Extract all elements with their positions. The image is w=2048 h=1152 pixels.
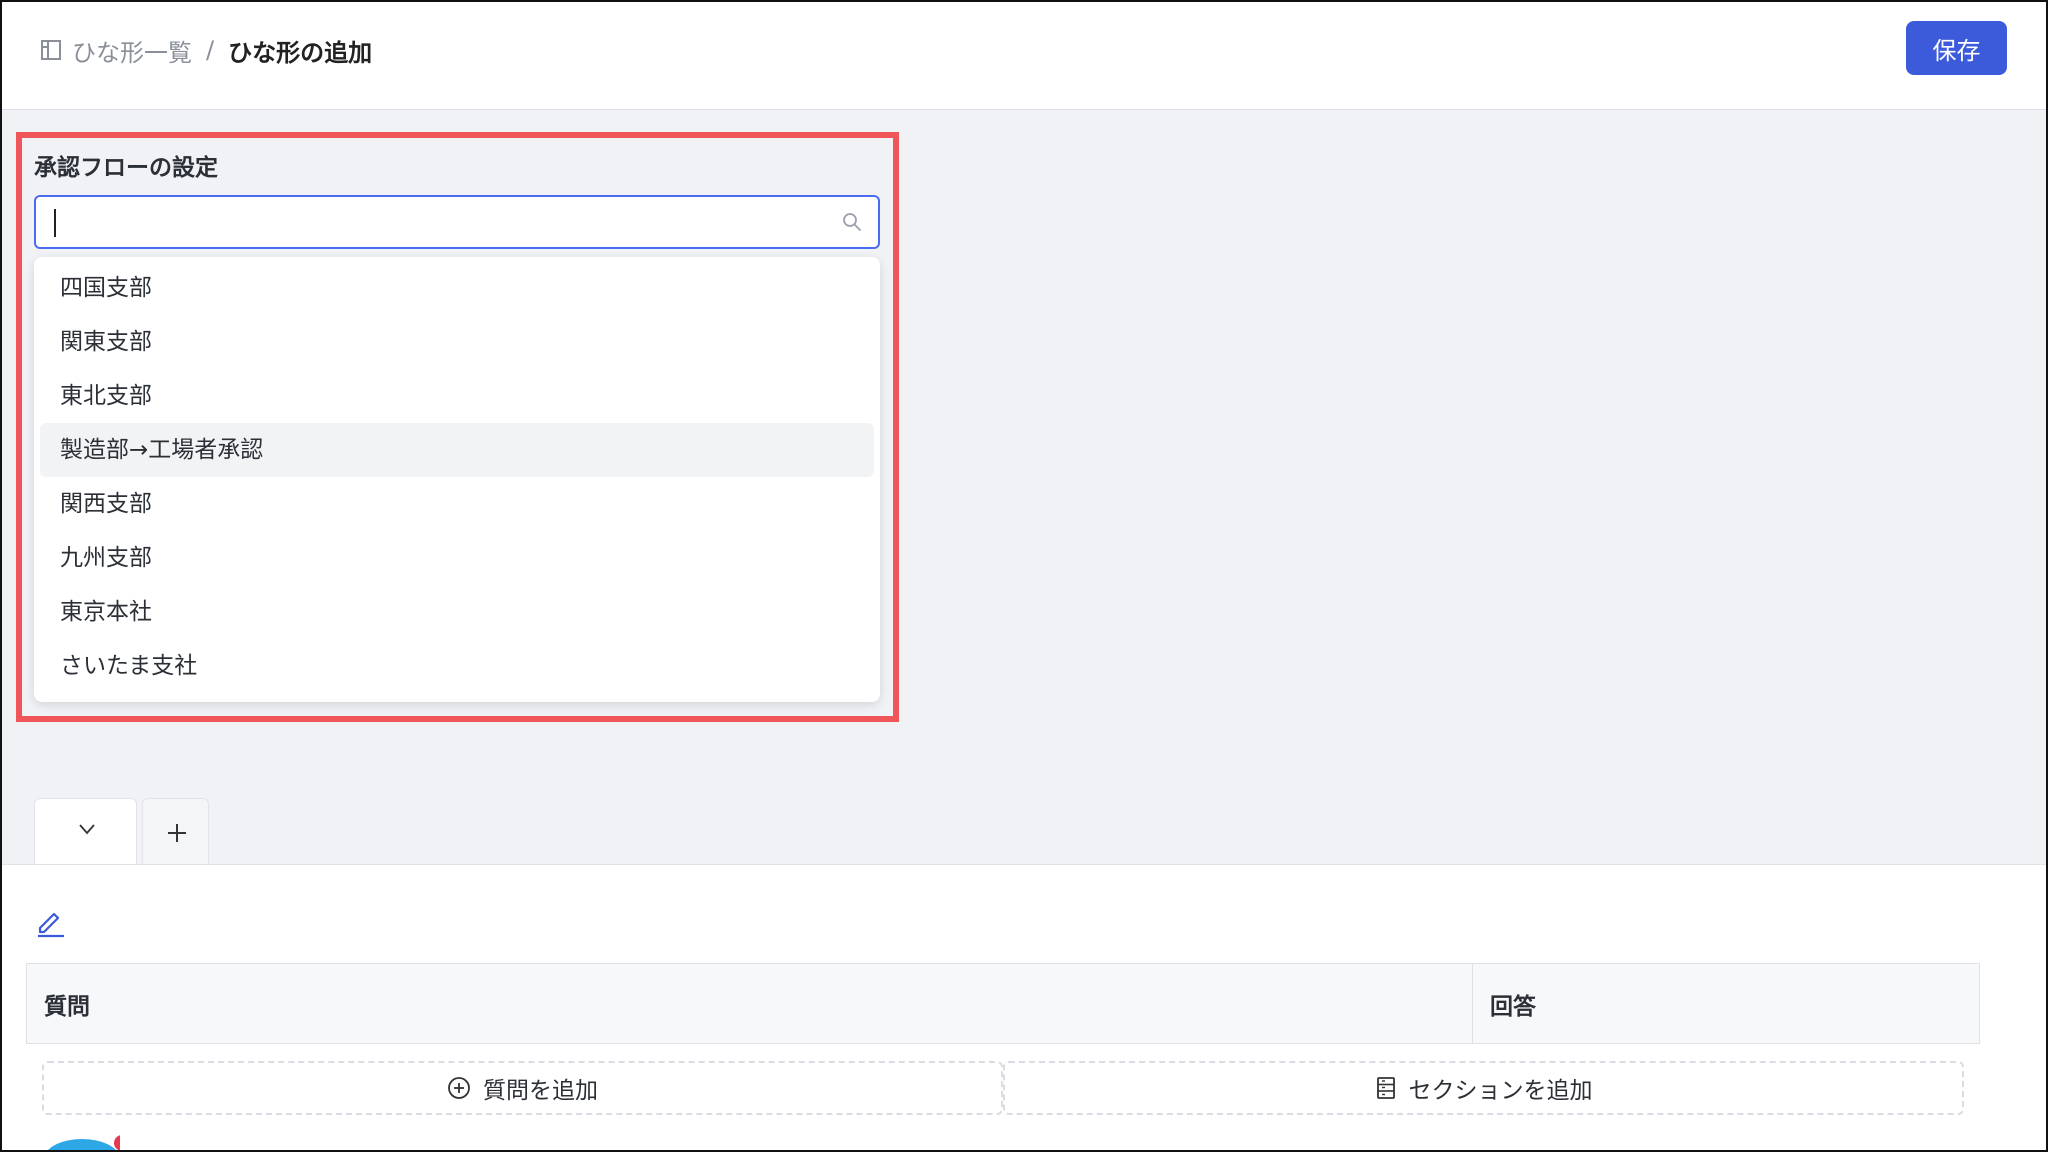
dropdown-option[interactable]: 東北支部 [40,369,874,423]
dropdown-option[interactable]: さいたま支社 [40,639,874,693]
add-section-button[interactable]: セクションを追加 [1003,1061,1964,1115]
save-button[interactable]: 保存 [1906,21,2007,75]
dropdown-option-hovered[interactable]: 製造部→工場者承認 [40,423,874,477]
dropdown-option[interactable]: 四国支部 [40,261,874,315]
question-table-header: 質問 回答 [26,963,1980,1044]
section-icon [1376,1077,1395,1099]
dropdown-option[interactable]: 関東支部 [40,315,874,369]
column-answer: 回答 [1490,993,1536,1020]
approval-flow-search-input[interactable] [50,205,830,239]
column-question: 質問 [27,964,1473,1043]
add-question-button[interactable]: 質問を追加 [42,1061,1003,1115]
chevron-down-icon [79,824,95,835]
breadcrumb: ひな形一覧 / ひな形の追加 [40,33,373,68]
approval-flow-title: 承認フローの設定 [34,155,218,181]
plus-circle-icon [448,1077,470,1099]
search-icon [843,213,861,231]
breadcrumb-separator: / [206,36,215,64]
dropdown-option[interactable]: 九州支部 [40,531,874,585]
add-section-label: セクションを追加 [1408,1078,1593,1104]
dropdown-option[interactable]: 東京本社 [40,585,874,639]
tab-add-button[interactable] [142,798,209,865]
add-question-label: 質問を追加 [483,1078,598,1104]
dropdown-option[interactable]: 関西支部 [40,477,874,531]
tab-collapse[interactable] [34,798,137,865]
chat-bubble-icon[interactable] [40,1133,120,1152]
top-header: ひな形一覧 / ひな形の追加 保存 [0,0,2048,110]
approval-flow-dropdown: 四国支部 関東支部 東北支部 製造部→工場者承認 関西支部 九州支部 東京本社 … [34,257,880,702]
breadcrumb-templates-link[interactable]: ひな形一覧 [72,33,192,68]
text-caret [54,209,56,237]
layout-icon [41,40,61,60]
pencil-icon[interactable] [34,906,66,938]
page-title: ひな形の追加 [228,38,373,67]
plus-icon [168,824,186,842]
approval-flow-search[interactable] [34,195,880,249]
